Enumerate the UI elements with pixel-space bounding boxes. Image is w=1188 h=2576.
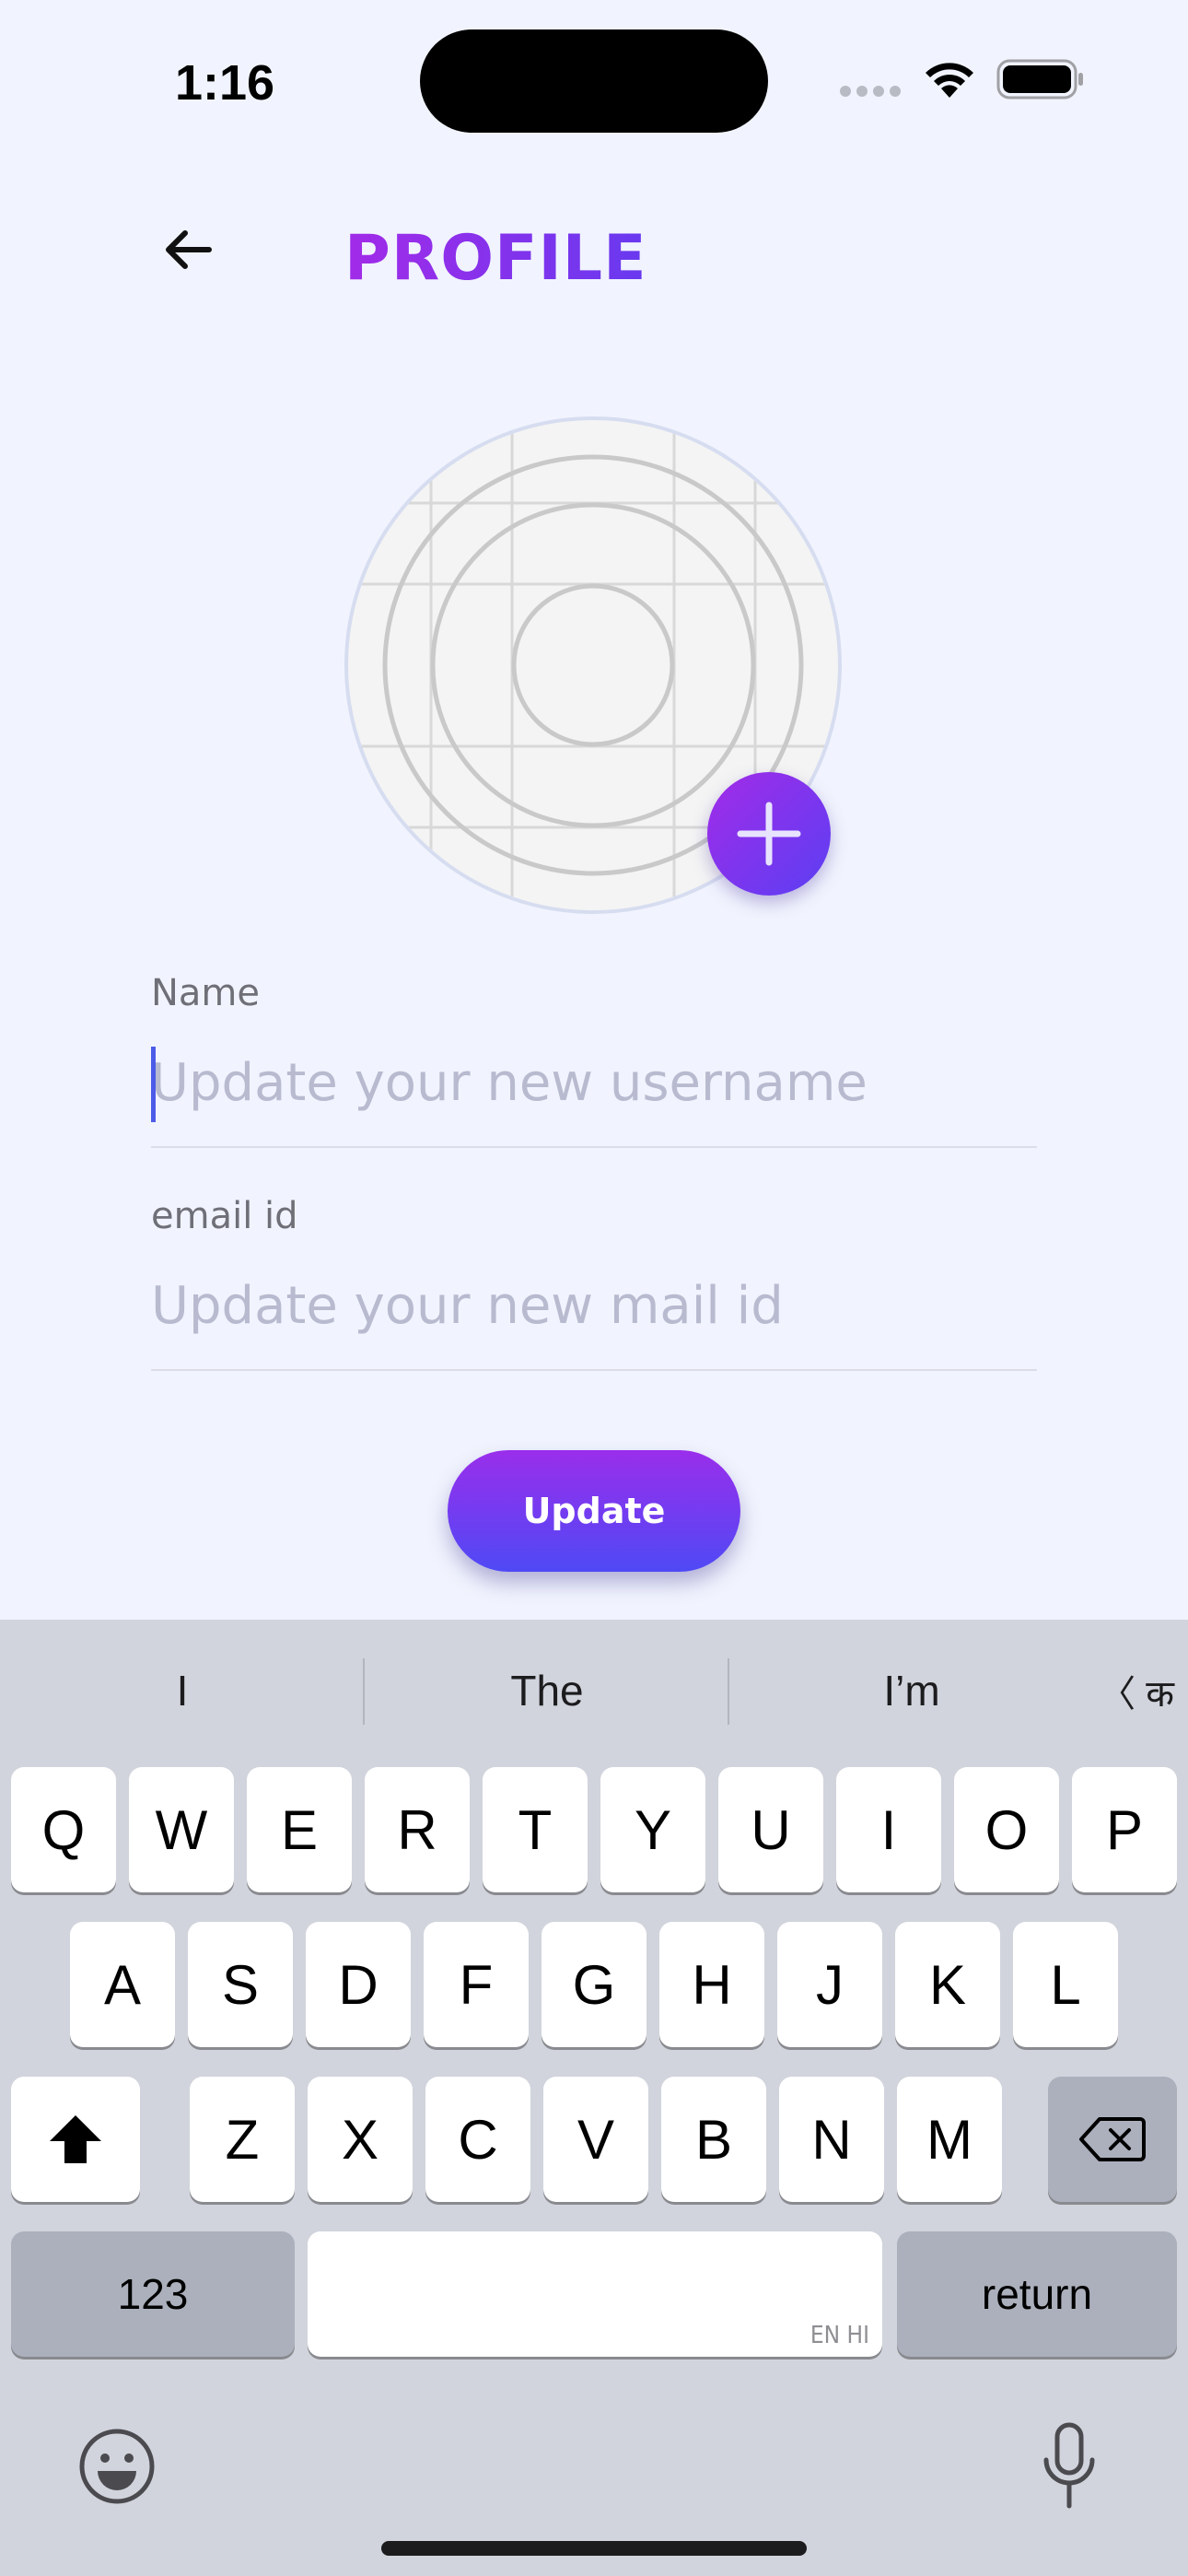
- key-x[interactable]: X: [308, 2077, 413, 2202]
- key-c[interactable]: C: [425, 2077, 530, 2202]
- key-f[interactable]: F: [424, 1922, 529, 2047]
- key-h[interactable]: H: [659, 1922, 764, 2047]
- arrow-left-icon: [166, 230, 212, 269]
- add-photo-button[interactable]: [707, 772, 831, 896]
- numbers-key[interactable]: 123: [11, 2231, 295, 2357]
- suggestion-1[interactable]: I: [0, 1649, 365, 1732]
- key-u[interactable]: U: [718, 1767, 823, 1892]
- microphone-icon: [1043, 2422, 1095, 2509]
- key-r[interactable]: R: [365, 1767, 470, 1892]
- back-button[interactable]: [157, 217, 221, 282]
- status-time: 1:16: [175, 55, 275, 111]
- key-w[interactable]: W: [129, 1767, 234, 1892]
- name-divider: [151, 1146, 1037, 1148]
- dynamic-island: [420, 29, 768, 133]
- key-e[interactable]: E: [247, 1767, 352, 1892]
- key-d[interactable]: D: [306, 1922, 411, 2047]
- key-z[interactable]: Z: [190, 2077, 295, 2202]
- key-a[interactable]: A: [70, 1922, 175, 2047]
- key-g[interactable]: G: [542, 1922, 646, 2047]
- key-l[interactable]: L: [1013, 1922, 1118, 2047]
- shift-icon: [50, 2115, 101, 2163]
- key-s[interactable]: S: [188, 1922, 293, 2047]
- key-p[interactable]: P: [1072, 1767, 1177, 1892]
- delete-key[interactable]: [1048, 2077, 1177, 2202]
- key-y[interactable]: Y: [600, 1767, 705, 1892]
- dictation-button[interactable]: [1037, 2421, 1101, 2513]
- email-input[interactable]: [151, 1270, 1035, 1343]
- emoji-icon: [79, 2429, 155, 2504]
- language-switch[interactable]: 〈 क: [1092, 1649, 1181, 1732]
- update-button[interactable]: Update: [448, 1450, 740, 1572]
- key-q[interactable]: Q: [11, 1767, 116, 1892]
- suggestion-2[interactable]: The: [365, 1649, 729, 1732]
- shift-key[interactable]: [11, 2077, 140, 2202]
- key-n[interactable]: N: [779, 2077, 884, 2202]
- text-cursor: [151, 1047, 156, 1122]
- return-key[interactable]: return: [897, 2231, 1177, 2357]
- plus-icon: [737, 802, 801, 866]
- home-indicator: [381, 2541, 807, 2556]
- key-v[interactable]: V: [543, 2077, 648, 2202]
- key-m[interactable]: M: [897, 2077, 1002, 2202]
- backspace-icon: [1079, 2117, 1146, 2161]
- key-j[interactable]: J: [777, 1922, 882, 2047]
- space-key[interactable]: EN HI: [308, 2231, 882, 2357]
- key-t[interactable]: T: [483, 1767, 588, 1892]
- cellular-signal-icon: [840, 85, 906, 98]
- key-o[interactable]: O: [954, 1767, 1059, 1892]
- suggestion-3[interactable]: I’m: [729, 1649, 1094, 1732]
- name-label: Name: [151, 972, 261, 1014]
- wifi-icon: [921, 57, 978, 100]
- page-title: PROFILE: [344, 217, 713, 300]
- email-label: email id: [151, 1195, 298, 1237]
- emoji-button[interactable]: [77, 2427, 157, 2506]
- name-input[interactable]: [151, 1047, 1035, 1120]
- key-i[interactable]: I: [836, 1767, 941, 1892]
- key-k[interactable]: K: [895, 1922, 1000, 2047]
- space-language-hint: EN HI: [809, 2322, 869, 2349]
- battery-icon: [996, 59, 1085, 100]
- email-divider: [151, 1369, 1037, 1371]
- key-b[interactable]: B: [661, 2077, 766, 2202]
